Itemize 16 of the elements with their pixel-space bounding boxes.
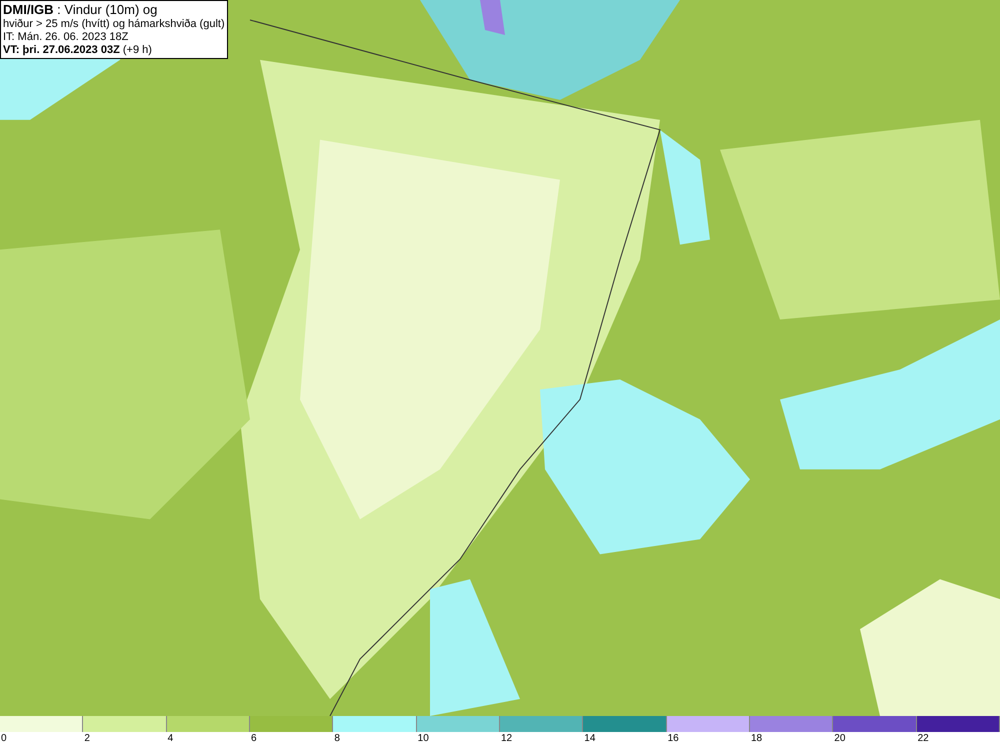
title-line: hviður > 25 m/s (hvítt) og hámarkshviða (gult) (3, 18, 225, 31)
legend-label: 20 (833, 732, 846, 745)
legend-label: 12 (500, 732, 514, 745)
legend-label: 8 (333, 732, 341, 745)
legend-label: 10 (416, 732, 430, 745)
legend-label: 14 (583, 732, 596, 745)
title-line: IT: Mán. 26. 06. 2023 18Z (3, 31, 130, 44)
legend-label: 16 (666, 732, 680, 745)
legend-label: 22 (916, 732, 930, 745)
legend-label: 6 (250, 732, 258, 745)
legend-label: 4 (166, 732, 174, 745)
legend-label: 18 (750, 732, 764, 745)
title-line: DMI/IGB : Vindur (10m) og (3, 2, 158, 18)
legend-label: 2 (83, 732, 91, 745)
title-line: VT: þri. 27.06.2023 03Z (+9 h) (3, 44, 153, 57)
legend-label: 0 (0, 732, 8, 745)
